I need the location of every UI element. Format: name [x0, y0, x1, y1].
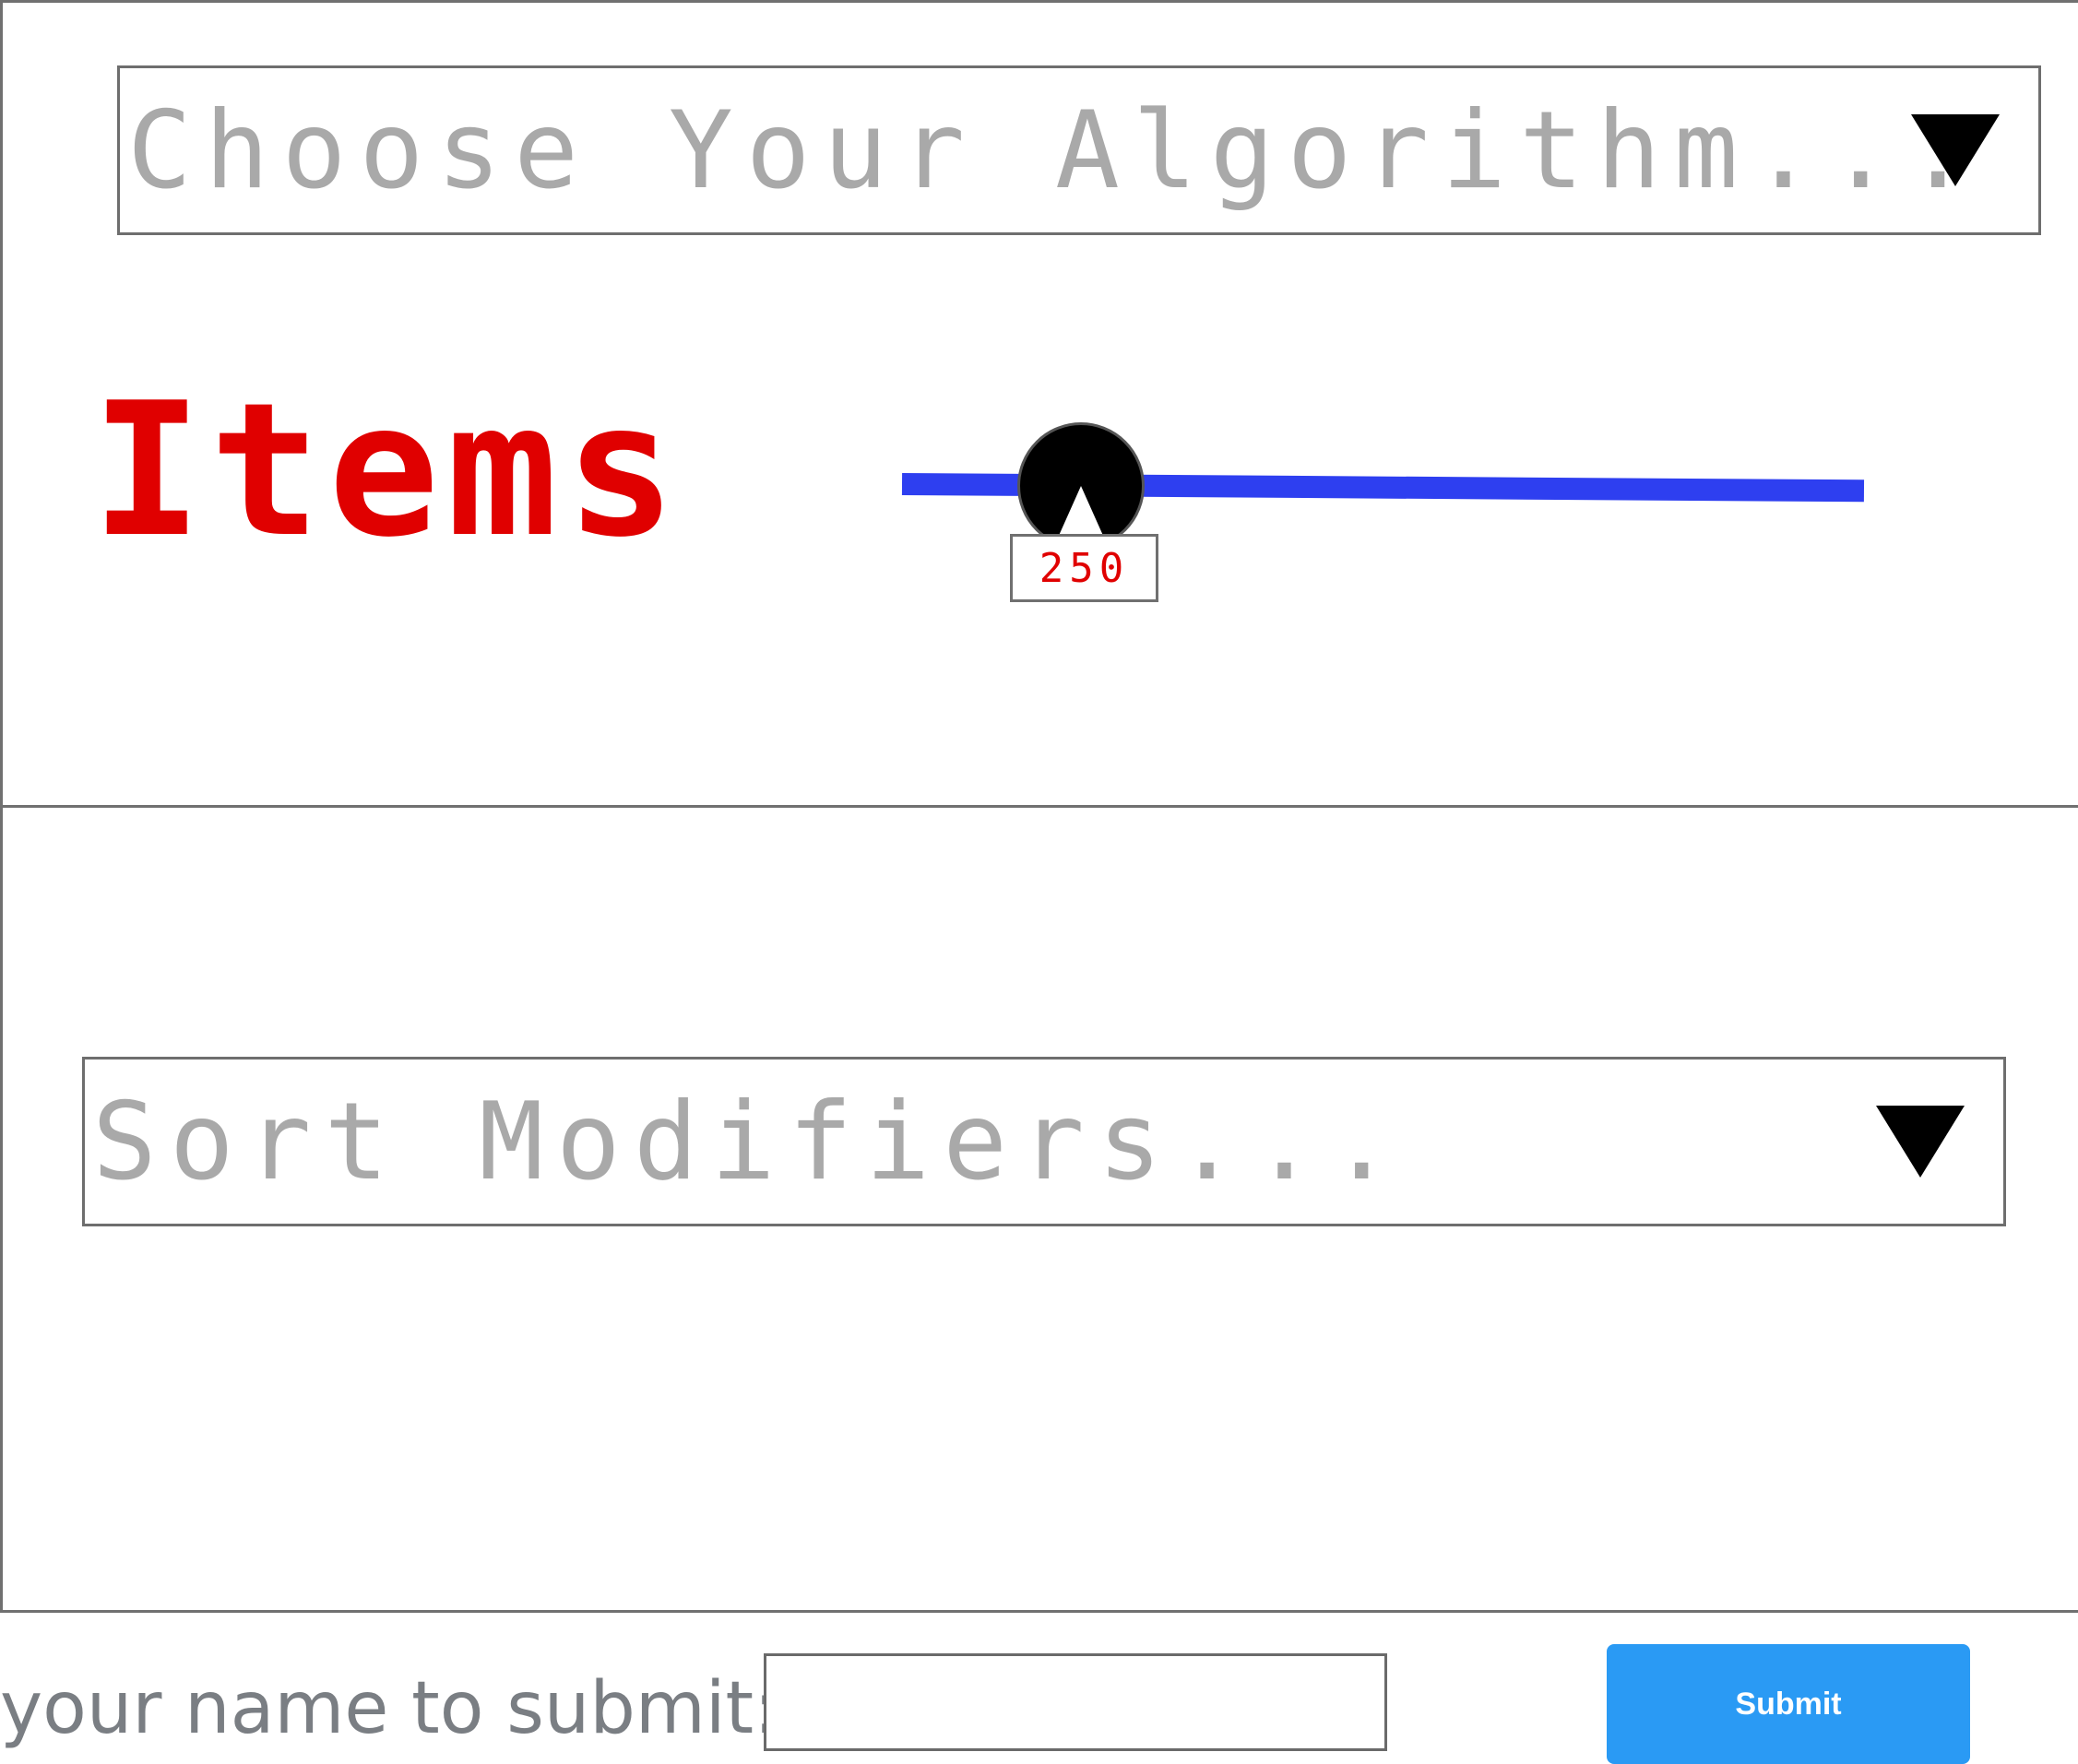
algorithm-dropdown[interactable]: Choose Your Algorithm...: [117, 65, 2041, 235]
sort-modifiers-dropdown[interactable]: Sort Modifiers...: [82, 1057, 2006, 1226]
algorithm-dropdown-placeholder: Choose Your Algorithm...: [127, 88, 1984, 213]
items-slider-value: 250: [1010, 534, 1158, 602]
triangle-down-icon[interactable]: [1876, 1106, 1965, 1178]
top-panel: Choose Your Algorithm... Items 250: [0, 0, 2078, 808]
name-label: your name to submit:: [0, 1667, 778, 1750]
sort-modifiers-placeholder: Sort Modifiers...: [92, 1079, 1407, 1204]
items-label: Items: [91, 363, 684, 578]
items-slider-thumb[interactable]: [1017, 422, 1145, 550]
triangle-down-icon[interactable]: [1911, 114, 2000, 186]
submit-button[interactable]: Submit: [1607, 1644, 1970, 1764]
name-input[interactable]: [764, 1653, 1387, 1751]
